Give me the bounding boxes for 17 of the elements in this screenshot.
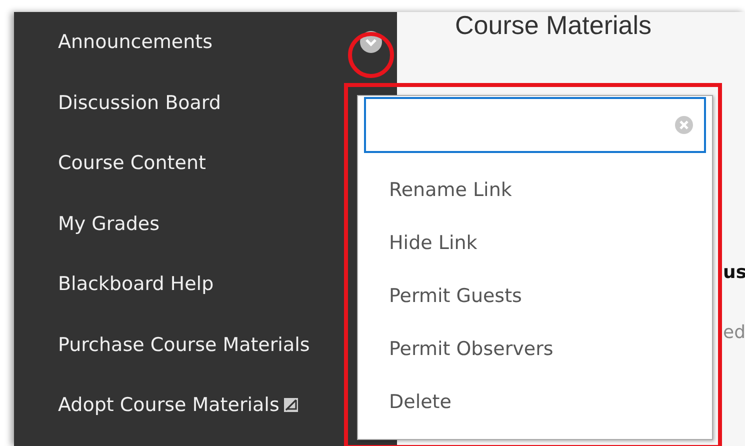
page-heading: Course Materials xyxy=(455,12,653,38)
external-link-icon xyxy=(283,397,300,414)
chevron-down-icon[interactable] xyxy=(360,31,382,54)
partial-text: ed xyxy=(723,322,745,344)
sidebar-item[interactable]: My Grades xyxy=(58,212,160,235)
menu-item[interactable]: Hide Link xyxy=(389,230,478,256)
sidebar-item[interactable]: Blackboard Help xyxy=(58,273,214,296)
search-field[interactable] xyxy=(364,97,706,153)
menu-item[interactable]: Rename Link xyxy=(389,177,512,203)
sidebar-item[interactable]: Adopt Course Materials xyxy=(58,394,280,416)
menu-item[interactable]: Permit Guests xyxy=(389,283,522,309)
menu-item[interactable]: Delete xyxy=(389,389,452,415)
sidebar-item[interactable]: Course Content xyxy=(58,152,206,174)
sidebar-item[interactable]: Purchase Course Materials xyxy=(58,334,310,356)
sidebar-item[interactable]: Discussion Board xyxy=(58,92,221,114)
menu-item[interactable]: Permit Observers xyxy=(389,336,554,362)
sidebar-item[interactable]: Announcements xyxy=(58,31,213,54)
